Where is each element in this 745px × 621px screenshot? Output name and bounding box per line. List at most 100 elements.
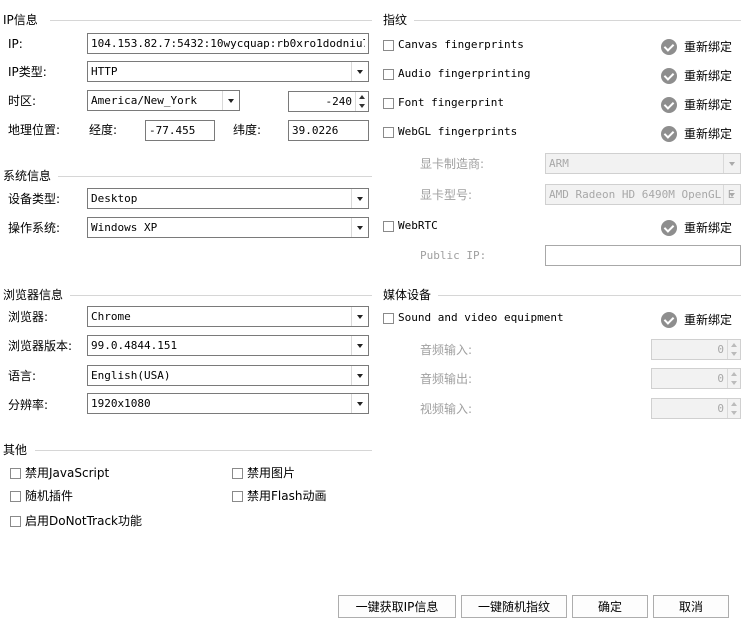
os-label: 操作系统: [8,221,61,235]
audio-rebind-button[interactable]: 重新绑定 [661,67,732,84]
gpu-model-value: AMD Radeon HD 6490M OpenGL E [549,188,735,201]
video-input-stepper[interactable] [651,398,741,419]
ip-type-select[interactable]: HTTP [87,61,369,82]
language-select[interactable]: English(USA) [87,365,369,386]
public-ip-label: Public IP: [420,249,487,262]
check-circle-icon [661,96,677,113]
audio-fingerprint-checkbox[interactable]: Audio fingerprinting [383,67,530,81]
checkbox-box[interactable] [10,490,21,502]
checkbox-box[interactable] [232,467,243,479]
checkbox-box[interactable] [10,515,21,527]
spin-arrows-icon[interactable] [727,369,740,388]
canvas-fingerprint-checkbox[interactable]: Canvas fingerprints [383,38,524,52]
rebind-label: 重新绑定 [684,40,733,54]
ok-button[interactable]: 确定 [572,595,648,618]
audio-input-stepper[interactable] [651,339,741,360]
chevron-down-icon [351,62,368,81]
section-divider [58,176,372,177]
checkbox-box[interactable] [232,490,243,502]
latitude-input[interactable] [288,120,369,141]
spin-arrows-icon[interactable] [355,92,368,111]
gpu-model-label: 显卡型号: [420,188,473,202]
timezone-select[interactable]: America/New_York [87,90,240,111]
rebind-label: 重新绑定 [684,127,733,141]
device-type-select[interactable]: Desktop [87,188,369,209]
latitude-input-text[interactable] [289,121,368,140]
webrtc-checkbox[interactable]: WebRTC [383,219,438,233]
ip-type-label: IP类型: [8,65,47,79]
gpu-vendor-select[interactable]: ARM [545,153,741,174]
gpu-vendor-label: 显卡制造商: [420,157,485,171]
chevron-down-icon [351,218,368,237]
checkbox-box[interactable] [383,68,394,80]
checkbox-box[interactable] [383,126,394,138]
browser-select[interactable]: Chrome [87,306,369,327]
webgl-fingerprint-label: WebGL fingerprints [398,125,518,138]
section-title-ip-info: IP信息 [3,13,38,27]
os-select[interactable]: Windows XP [87,217,369,238]
checkbox-box[interactable] [383,97,394,109]
sound-video-checkbox[interactable]: Sound and video equipment [383,311,564,325]
disable-images-label: 禁用图片 [247,466,296,480]
device-type-value: Desktop [91,192,138,205]
spin-arrows-icon[interactable] [727,340,740,359]
spin-arrows-icon[interactable] [727,399,740,418]
browser-version-select[interactable]: 99.0.4844.151 [87,335,369,356]
enable-dnt-label: 启用DoNotTrack功能 [25,514,143,528]
disable-javascript-checkbox[interactable]: 禁用JavaScript [10,466,109,480]
resolution-select[interactable]: 1920x1080 [87,393,369,414]
disable-flash-checkbox[interactable]: 禁用Flash动画 [232,489,326,503]
check-circle-icon [661,125,677,142]
browser-version-label: 浏览器版本: [8,339,73,353]
random-plugins-checkbox[interactable]: 随机插件 [10,489,73,503]
section-divider [438,295,741,296]
chevron-down-icon [351,366,368,385]
public-ip-input[interactable] [545,245,741,266]
chevron-down-icon [351,189,368,208]
ip-type-value: HTTP [91,65,118,78]
canvas-rebind-button[interactable]: 重新绑定 [661,38,732,55]
check-circle-icon [661,219,677,236]
enable-dnt-checkbox[interactable]: 启用DoNotTrack功能 [10,514,142,528]
disable-images-checkbox[interactable]: 禁用图片 [232,466,295,480]
cancel-button[interactable]: 取消 [653,595,729,618]
chevron-down-icon [351,394,368,413]
check-circle-icon [661,311,677,328]
font-rebind-button[interactable]: 重新绑定 [661,96,732,113]
checkbox-box[interactable] [383,39,394,51]
webgl-rebind-button[interactable]: 重新绑定 [661,125,732,142]
section-divider [35,450,372,451]
rebind-label: 重新绑定 [684,313,733,327]
get-ip-info-button[interactable]: 一键获取IP信息 [338,595,456,618]
longitude-input[interactable] [145,120,215,141]
checkbox-box[interactable] [10,467,21,479]
ip-input[interactable] [87,33,369,54]
section-title-system-info: 系统信息 [3,169,52,183]
checkbox-box[interactable] [383,220,394,232]
ip-input-text[interactable] [88,34,368,53]
sound-video-label: Sound and video equipment [398,311,564,324]
webrtc-rebind-button[interactable]: 重新绑定 [661,219,732,236]
webrtc-label: WebRTC [398,219,438,232]
disable-javascript-label: 禁用JavaScript [25,466,110,480]
section-divider [50,20,372,21]
timezone-label: 时区: [8,94,37,108]
section-title-browser-info: 浏览器信息 [3,288,64,302]
media-rebind-button[interactable]: 重新绑定 [661,311,732,328]
random-fingerprint-button[interactable]: 一键随机指纹 [461,595,567,618]
section-title-other: 其他 [3,443,28,457]
gpu-model-select[interactable]: AMD Radeon HD 6490M OpenGL E [545,184,741,205]
timezone-offset-stepper[interactable] [288,91,369,112]
checkbox-box[interactable] [383,312,394,324]
font-fingerprint-checkbox[interactable]: Font fingerprint [383,96,504,110]
webgl-fingerprint-checkbox[interactable]: WebGL fingerprints [383,125,517,139]
section-title-media: 媒体设备 [383,288,432,302]
audio-output-stepper[interactable] [651,368,741,389]
chevron-down-icon [723,154,740,173]
disable-flash-label: 禁用Flash动画 [247,489,327,503]
audio-output-label: 音频输出: [420,372,473,386]
longitude-input-text[interactable] [146,121,214,140]
public-ip-input-text[interactable] [546,246,740,265]
rebind-label: 重新绑定 [684,69,733,83]
canvas-fingerprint-label: Canvas fingerprints [398,38,524,51]
